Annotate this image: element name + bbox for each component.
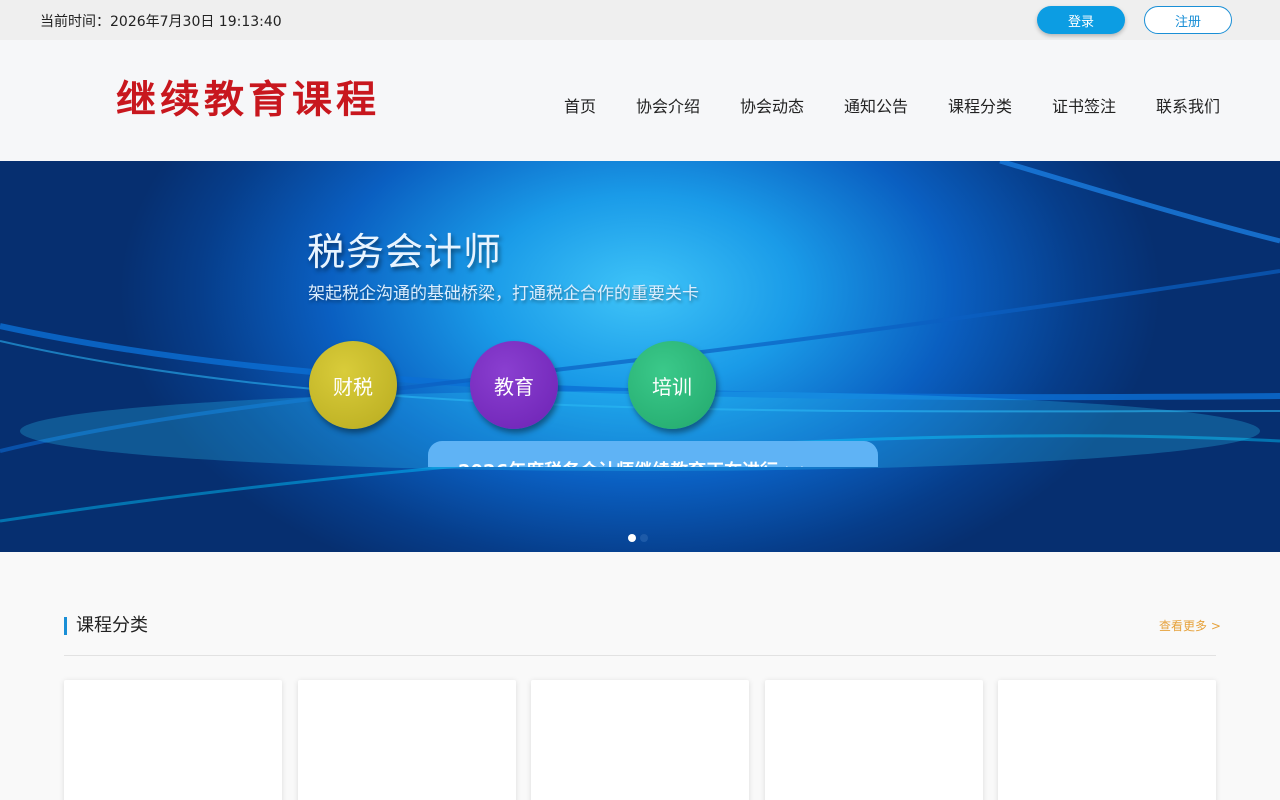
nav-item-news[interactable]: 协会动态 xyxy=(740,94,804,120)
banner-notice-text: 2026年度税务会计师继续教育正在进行 >> xyxy=(458,457,815,467)
main-nav: 首页 协会介绍 协会动态 通知公告 课程分类 证书签注 联系我们 xyxy=(0,94,1280,120)
course-category-card[interactable] xyxy=(298,680,516,800)
register-button[interactable]: 注册 xyxy=(1144,6,1232,34)
banner-notice-pill[interactable]: 2026年度税务会计师继续教育正在进行 >> xyxy=(428,441,878,467)
nav-item-courses[interactable]: 课程分类 xyxy=(948,94,1012,120)
login-button[interactable]: 登录 xyxy=(1037,6,1125,34)
nav-item-home[interactable]: 首页 xyxy=(564,94,596,120)
course-category-card[interactable] xyxy=(531,680,749,800)
banner-title: 税务会计师 xyxy=(307,230,503,274)
nav-item-notices[interactable]: 通知公告 xyxy=(844,94,908,120)
nav-item-certificate[interactable]: 证书签注 xyxy=(1052,94,1116,120)
banner-circle-training: 培训 xyxy=(628,341,716,429)
banner-subtitle: 架起税企沟通的基础桥梁，打通税企合作的重要关卡 xyxy=(308,284,699,304)
course-category-card[interactable] xyxy=(64,680,282,800)
top-utility-bar: 当前时间：2026年7月30日 19:13:40 登录 注册 xyxy=(0,0,1280,40)
section-divider xyxy=(64,655,1216,656)
carousel-dots xyxy=(628,534,648,542)
course-category-card[interactable] xyxy=(998,680,1216,800)
carousel-dot-1[interactable] xyxy=(628,534,636,542)
section-title: 课程分类 xyxy=(76,615,148,636)
section-accent-bar xyxy=(64,617,67,635)
site-header: 继续教育课程 首页 协会介绍 协会动态 通知公告 课程分类 证书签注 联系我们 xyxy=(0,40,1280,161)
carousel-dot-2[interactable] xyxy=(640,534,648,542)
course-category-card[interactable] xyxy=(765,680,983,800)
current-time-text: 当前时间：2026年7月30日 19:13:40 xyxy=(40,14,282,30)
hero-banner[interactable]: 税务会计师 架起税企沟通的基础桥梁，打通税企合作的重要关卡 财税 教育 培训 2… xyxy=(0,161,1280,552)
nav-item-contact[interactable]: 联系我们 xyxy=(1156,94,1220,120)
banner-circle-finance: 财税 xyxy=(309,341,397,429)
view-more-link[interactable]: 查看更多 > xyxy=(1159,618,1221,634)
nav-item-about[interactable]: 协会介绍 xyxy=(636,94,700,120)
banner-circle-education: 教育 xyxy=(470,341,558,429)
